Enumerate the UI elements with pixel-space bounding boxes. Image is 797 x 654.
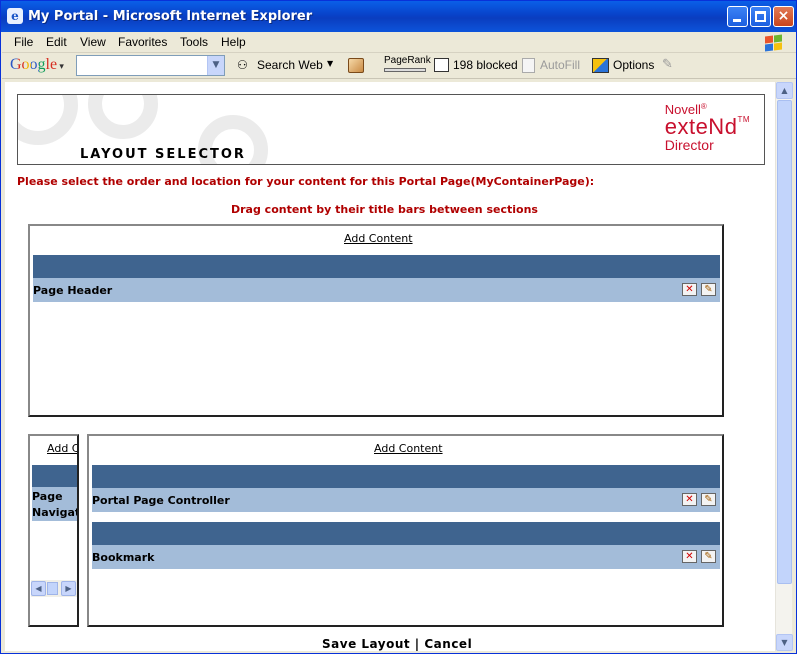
scroll-left-icon[interactable]: ◀ <box>31 581 46 596</box>
minimize-button[interactable] <box>727 6 748 27</box>
binoculars-icon: ⚇ <box>237 58 248 72</box>
remove-portlet-button[interactable]: ✕ <box>682 493 697 506</box>
window-title: My Portal - Microsoft Internet Explorer <box>28 9 313 24</box>
close-icon: ✕ <box>685 551 694 562</box>
pencil-icon: ✎ <box>704 551 713 562</box>
close-icon: ✕ <box>685 284 694 295</box>
horizontal-scrollbar[interactable]: ◀ ▶ <box>31 580 77 597</box>
autofill-icon <box>522 58 535 73</box>
gear-decoration-icon <box>18 95 78 145</box>
portlet-title-bar[interactable]: Bookmark ✕ ✎ <box>92 545 720 569</box>
portlet-drag-bar[interactable] <box>92 465 720 488</box>
menu-bar: File Edit View Favorites Tools Help <box>2 32 796 53</box>
scroll-right-icon[interactable]: ▶ <box>61 581 76 596</box>
add-content-link[interactable]: Add Content <box>374 442 443 455</box>
instructions-text: Please select the order and location for… <box>17 175 595 188</box>
windows-logo-icon <box>762 32 786 53</box>
portlet-title: Portal Page Controller <box>92 494 230 507</box>
edit-portlet-button[interactable]: ✎ <box>701 493 716 506</box>
remove-portlet-button[interactable]: ✕ <box>682 550 697 563</box>
layout-section-main: Add Content Portal Page Controller ✕ ✎ B… <box>87 434 724 627</box>
news-icon[interactable] <box>348 58 364 73</box>
maximize-button[interactable] <box>750 6 771 27</box>
close-button[interactable]: × <box>773 6 794 27</box>
google-logo[interactable]: Google ▾ <box>10 56 64 74</box>
ie-icon: e <box>7 8 23 24</box>
pagerank-label: PageRank <box>384 55 431 66</box>
layout-section-left: Add Co Page Navigati ◀ ▶ <box>28 434 79 627</box>
add-content-link[interactable]: Add Content <box>344 232 413 245</box>
minimize-icon <box>733 19 741 22</box>
scroll-down-icon[interactable]: ▼ <box>776 634 793 651</box>
portlet-drag-bar[interactable] <box>92 522 720 545</box>
options-icon <box>592 58 609 73</box>
menu-tools[interactable]: Tools <box>180 35 208 49</box>
scroll-up-icon[interactable]: ▲ <box>776 82 793 99</box>
edit-portlet-button[interactable]: ✎ <box>701 550 716 563</box>
page-banner: LAYOUT SELECTOR Novell® exteNdTM Directo… <box>17 94 765 165</box>
footer-separator: | <box>414 637 420 651</box>
portlet-title-bar[interactable]: Portal Page Controller ✕ ✎ <box>92 488 720 512</box>
portlet-title: Page Header <box>33 284 113 297</box>
layout-selector-title: LAYOUT SELECTOR <box>80 147 246 162</box>
title-bar[interactable]: e My Portal - Microsoft Internet Explore… <box>1 1 796 32</box>
popup-blocked-count[interactable]: 198 blocked <box>453 58 518 72</box>
drag-hint-text: Drag content by their title bars between… <box>231 203 538 216</box>
menu-help[interactable]: Help <box>221 35 246 49</box>
novell-extend-logo: Novell® exteNdTM Director <box>664 102 750 153</box>
scroll-thumb[interactable] <box>47 582 58 595</box>
page-content: LAYOUT SELECTOR Novell® exteNdTM Directo… <box>5 82 775 651</box>
menu-view[interactable]: View <box>80 35 106 49</box>
pencil-icon: ✎ <box>704 284 713 295</box>
maximize-icon <box>755 11 766 22</box>
footer-actions: Save Layout | Cancel <box>322 637 472 651</box>
edit-portlet-button[interactable]: ✎ <box>701 283 716 296</box>
menu-file[interactable]: File <box>14 35 33 49</box>
portlet-drag-bar[interactable] <box>32 465 77 487</box>
portlet-title: Page Navigati <box>32 490 79 519</box>
close-icon: × <box>777 8 790 24</box>
gear-decoration-icon <box>88 95 158 139</box>
options-button[interactable]: Options <box>613 58 654 72</box>
pencil-icon: ✎ <box>704 494 713 505</box>
ie-window: e My Portal - Microsoft Internet Explore… <box>0 0 797 654</box>
popup-blocker-icon <box>434 58 449 72</box>
scroll-thumb[interactable] <box>777 100 792 584</box>
portlet-title-bar[interactable]: Page Header ✕ ✎ <box>33 278 720 302</box>
google-toolbar: Google ▾ ▼ ⚇ Search Web ▼ PageRank 198 b… <box>2 53 796 79</box>
portlet-drag-bar[interactable] <box>33 255 720 278</box>
menu-edit[interactable]: Edit <box>46 35 67 49</box>
google-search-input[interactable]: ▼ <box>76 55 225 76</box>
cancel-button[interactable]: Cancel <box>424 637 472 651</box>
menu-favorites[interactable]: Favorites <box>118 35 167 49</box>
save-layout-button[interactable]: Save Layout <box>322 637 410 651</box>
vertical-scrollbar[interactable]: ▲ ▼ <box>775 82 793 651</box>
remove-portlet-button[interactable]: ✕ <box>682 283 697 296</box>
portlet-title: Bookmark <box>92 551 155 564</box>
autofill-button[interactable]: AutoFill <box>540 58 580 72</box>
search-web-button[interactable]: Search Web <box>257 58 323 72</box>
highlighter-icon[interactable]: ✎ <box>662 57 673 72</box>
dropdown-arrow-icon[interactable]: ▼ <box>207 56 224 75</box>
close-icon: ✕ <box>685 494 694 505</box>
portlet-title-bar[interactable]: Page Navigati <box>32 487 79 521</box>
search-dropdown-icon[interactable]: ▼ <box>327 59 333 68</box>
add-content-link[interactable]: Add Co <box>47 442 77 455</box>
pagerank-bar <box>384 68 426 72</box>
layout-section-top: Add Content Page Header ✕ ✎ <box>28 224 724 417</box>
